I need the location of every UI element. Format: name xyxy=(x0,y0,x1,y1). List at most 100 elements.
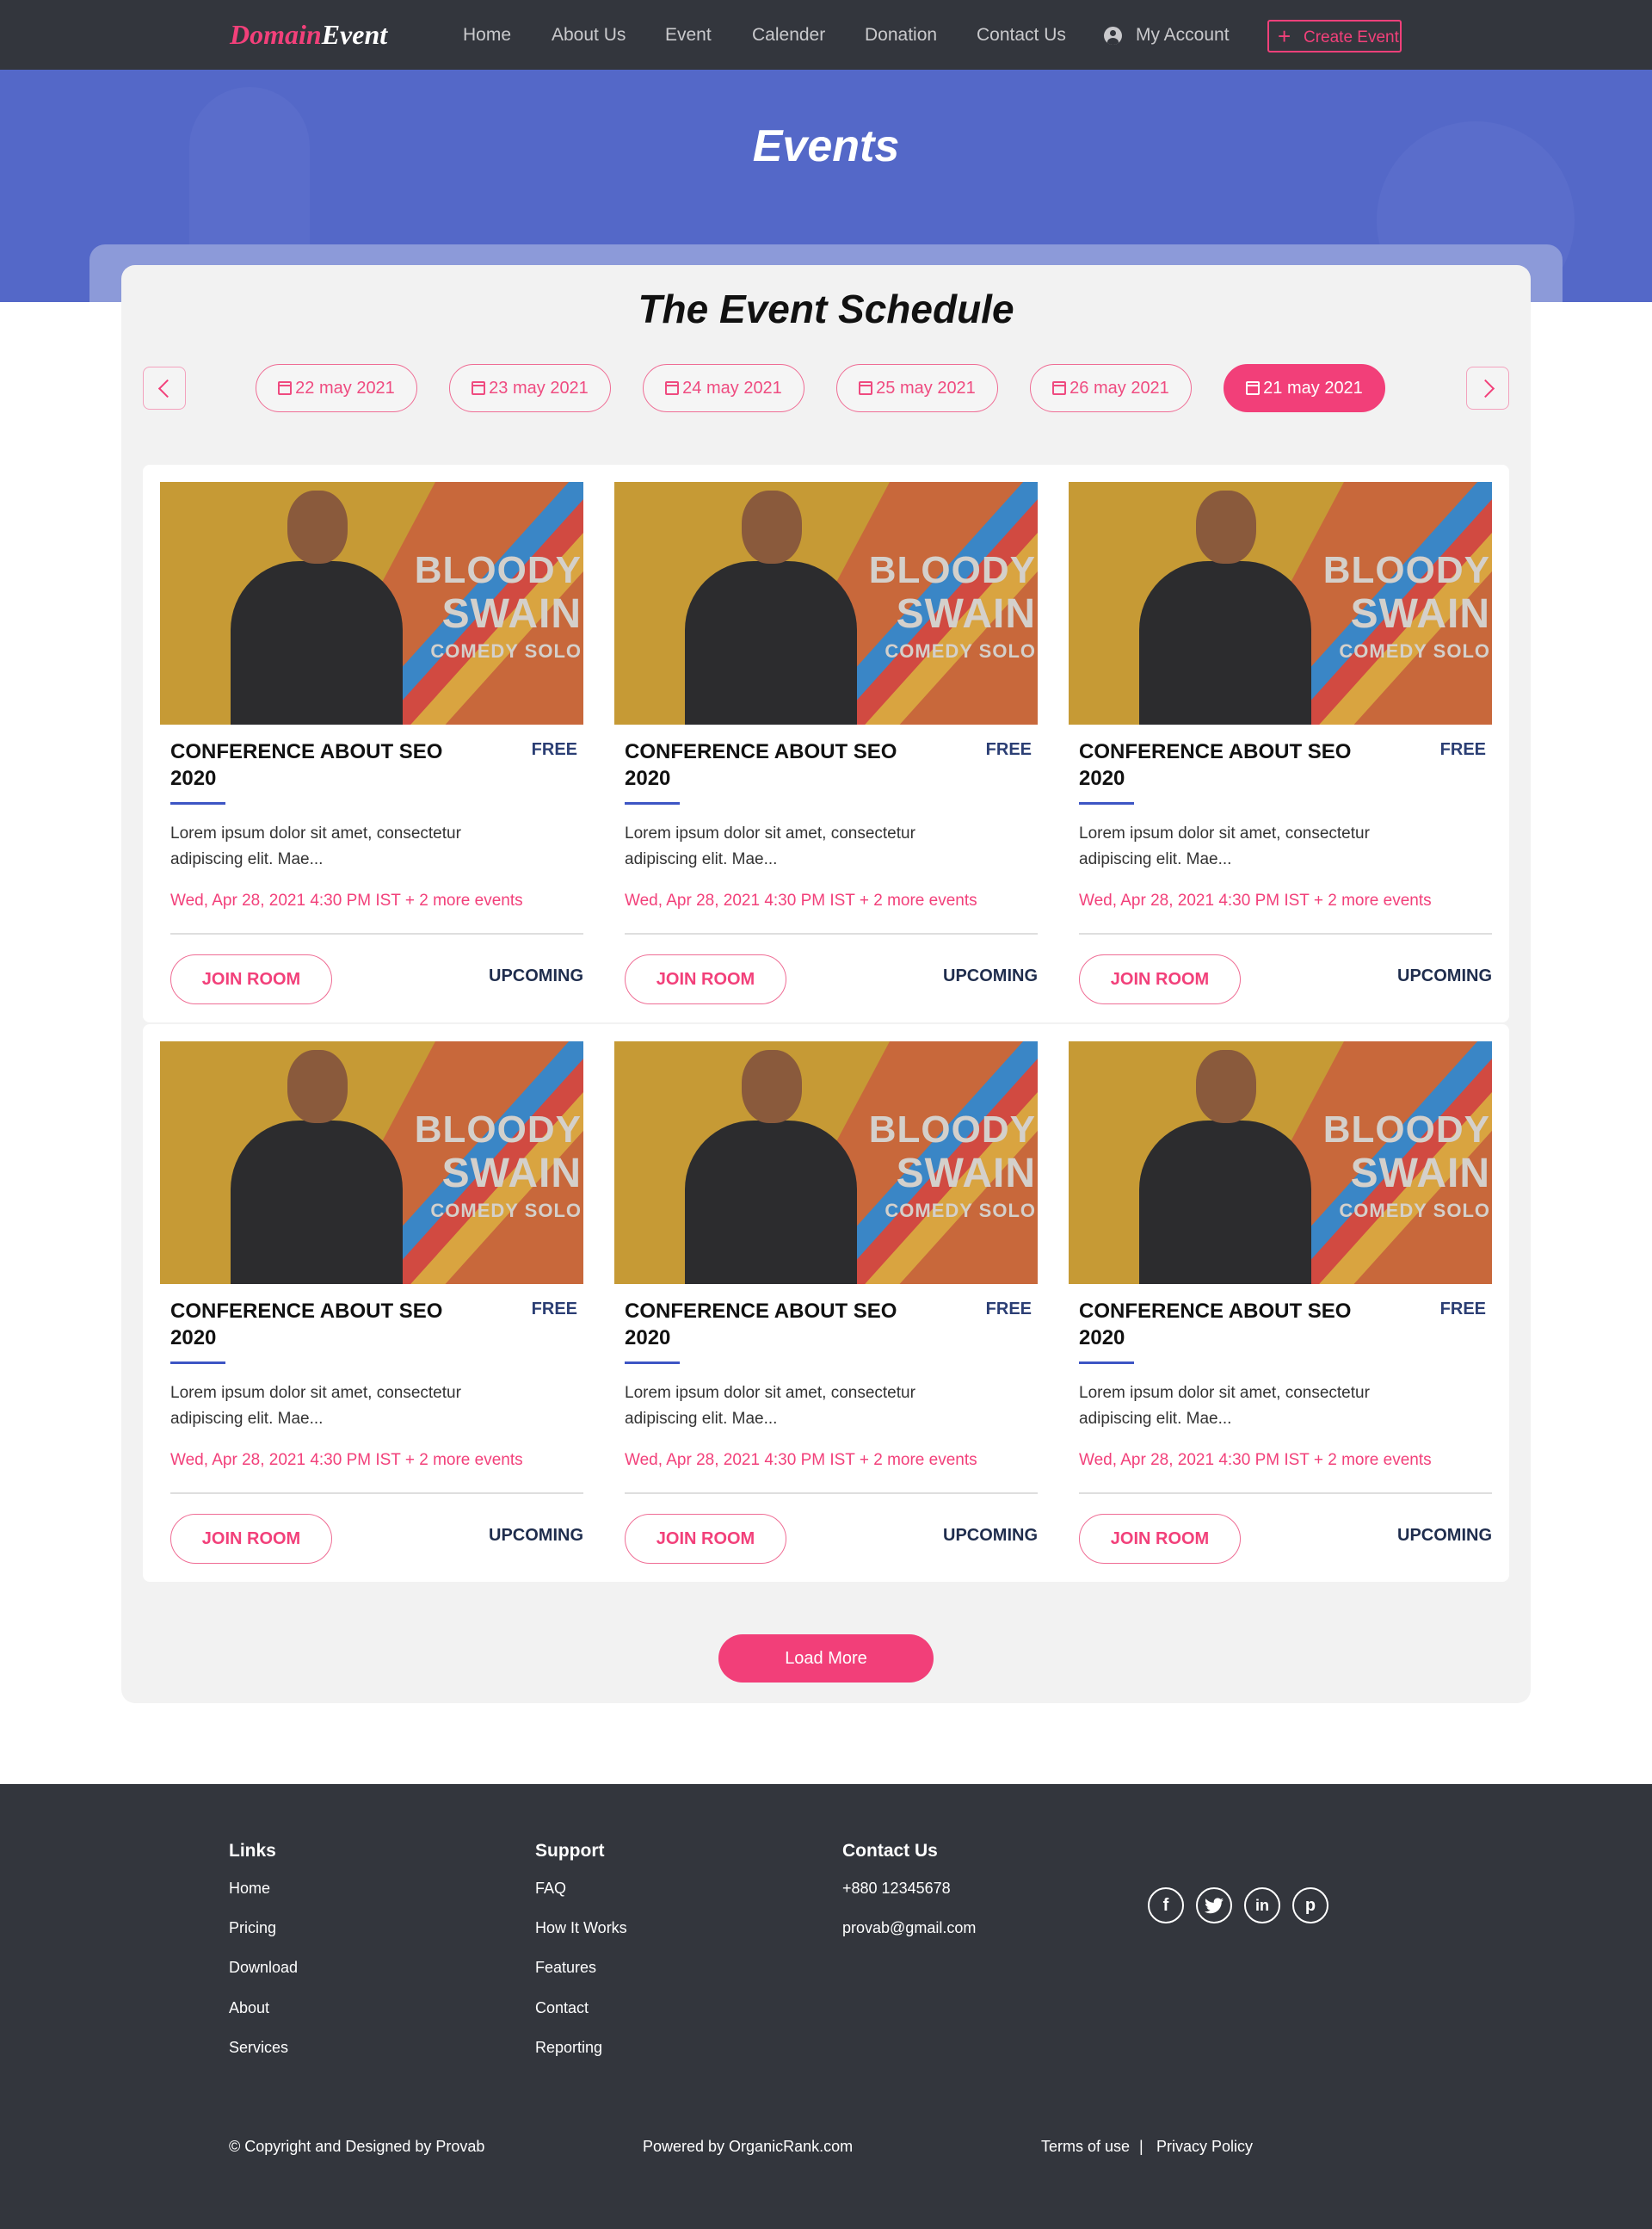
event-card[interactable]: BLOODY SWAIN COMEDY SOLO CONFERENCE ABOU… xyxy=(614,1041,1038,1564)
page-title: Events xyxy=(752,121,900,171)
divider xyxy=(1079,1492,1492,1494)
image-person xyxy=(1139,1121,1311,1284)
load-more-button[interactable]: Load More xyxy=(718,1634,934,1683)
title-underline xyxy=(625,1361,680,1364)
nav-contact-link[interactable]: Contact Us xyxy=(977,25,1066,46)
linkedin-icon[interactable]: in xyxy=(1244,1887,1280,1923)
nav-home-link[interactable]: Home xyxy=(463,25,511,46)
footer-support-link[interactable]: Reporting xyxy=(535,2039,602,2057)
event-price: FREE xyxy=(531,1300,577,1318)
date-tab-active[interactable]: 21 may 2021 xyxy=(1224,364,1385,412)
footer-links-title: Links xyxy=(229,1841,276,1861)
event-description: Lorem ipsum dolor sit amet, consectetur … xyxy=(1079,1384,1370,1428)
event-image[interactable]: BLOODY SWAIN COMEDY SOLO xyxy=(1069,482,1492,725)
image-text: BLOODY xyxy=(868,549,1036,591)
event-image[interactable]: BLOODY SWAIN COMEDY SOLO xyxy=(160,482,583,725)
footer-link[interactable]: Pricing xyxy=(229,1919,276,1937)
image-person xyxy=(1139,561,1311,725)
date-tab[interactable]: 26 may 2021 xyxy=(1030,364,1192,412)
facebook-icon[interactable]: f xyxy=(1148,1887,1184,1923)
event-title[interactable]: CONFERENCE ABOUT SEO 2020 xyxy=(1079,738,1389,792)
event-image[interactable]: BLOODY SWAIN COMEDY SOLO xyxy=(160,1041,583,1284)
title-underline xyxy=(1079,1361,1134,1364)
image-text: COMEDY SOLO xyxy=(885,640,1036,662)
divider xyxy=(1079,933,1492,935)
join-room-button[interactable]: JOIN ROOM xyxy=(170,954,332,1004)
date-tab-label: 23 may 2021 xyxy=(489,379,589,398)
footer-email[interactable]: provab@gmail.com xyxy=(842,1919,976,1937)
date-tab[interactable]: 25 may 2021 xyxy=(836,364,998,412)
event-status: UPCOMING xyxy=(943,1526,1038,1545)
image-person xyxy=(742,1050,802,1123)
event-image[interactable]: BLOODY SWAIN COMEDY SOLO xyxy=(614,1041,1038,1284)
event-card[interactable]: BLOODY SWAIN COMEDY SOLO CONFERENCE ABOU… xyxy=(160,482,583,1004)
nav-about-link[interactable]: About Us xyxy=(552,25,626,46)
footer-support-link[interactable]: How It Works xyxy=(535,1919,627,1937)
image-text: COMEDY SOLO xyxy=(885,1200,1036,1221)
next-date-button[interactable] xyxy=(1466,367,1509,410)
event-card[interactable]: BLOODY SWAIN COMEDY SOLO CONFERENCE ABOU… xyxy=(1069,1041,1492,1564)
image-text: COMEDY SOLO xyxy=(430,640,582,662)
image-person xyxy=(1196,491,1256,564)
nav-calender-link[interactable]: Calender xyxy=(752,25,825,46)
twitter-icon[interactable] xyxy=(1196,1887,1232,1923)
event-title[interactable]: CONFERENCE ABOUT SEO 2020 xyxy=(625,738,934,792)
event-image[interactable]: BLOODY SWAIN COMEDY SOLO xyxy=(614,482,1038,725)
event-card[interactable]: BLOODY SWAIN COMEDY SOLO CONFERENCE ABOU… xyxy=(614,482,1038,1004)
copyright-text: © Copyright and Designed by Provab xyxy=(229,2138,485,2155)
join-room-button[interactable]: JOIN ROOM xyxy=(1079,954,1241,1004)
nav-donation-link[interactable]: Donation xyxy=(865,25,937,46)
footer-phone: +880 12345678 xyxy=(842,1880,951,1897)
footer-link[interactable]: Home xyxy=(229,1880,270,1898)
image-person xyxy=(685,1121,857,1284)
footer-link[interactable]: Services xyxy=(229,2039,288,2057)
plus-icon: + xyxy=(1278,23,1291,49)
event-image[interactable]: BLOODY SWAIN COMEDY SOLO xyxy=(1069,1041,1492,1284)
join-room-button[interactable]: JOIN ROOM xyxy=(170,1514,332,1564)
nav-event-link[interactable]: Event xyxy=(665,25,712,46)
event-card[interactable]: BLOODY SWAIN COMEDY SOLO CONFERENCE ABOU… xyxy=(1069,482,1492,1004)
join-room-button[interactable]: JOIN ROOM xyxy=(625,954,786,1004)
image-text: BLOODY xyxy=(414,1108,582,1151)
event-date: Wed, Apr 28, 2021 4:30 PM IST + 2 more e… xyxy=(625,892,977,910)
footer-separator: | xyxy=(1139,2138,1143,2155)
image-text: BLOODY xyxy=(414,549,582,591)
logo[interactable]: DomainEvent xyxy=(230,19,387,51)
event-price: FREE xyxy=(985,740,1032,759)
date-tab[interactable]: 22 may 2021 xyxy=(256,364,417,412)
event-description: Lorem ipsum dolor sit amet, consectetur … xyxy=(170,824,461,868)
event-status: UPCOMING xyxy=(943,966,1038,985)
terms-link[interactable]: Terms of use xyxy=(1041,2138,1130,2156)
event-title[interactable]: CONFERENCE ABOUT SEO 2020 xyxy=(1079,1298,1389,1351)
pinterest-icon[interactable]: p xyxy=(1292,1887,1328,1923)
footer-support-link[interactable]: Contact xyxy=(535,1999,589,2017)
event-schedule-panel: The Event Schedule 22 may 2021 23 may 20… xyxy=(121,265,1531,1703)
privacy-link[interactable]: Privacy Policy xyxy=(1156,2138,1253,2156)
footer-support-link[interactable]: Features xyxy=(535,1959,596,1977)
event-grid-row: BLOODY SWAIN COMEDY SOLO CONFERENCE ABOU… xyxy=(143,465,1509,1022)
event-title[interactable]: CONFERENCE ABOUT SEO 2020 xyxy=(625,1298,934,1351)
date-tab-label: 25 may 2021 xyxy=(876,379,976,398)
footer-support-link[interactable]: FAQ xyxy=(535,1880,566,1898)
event-date: Wed, Apr 28, 2021 4:30 PM IST + 2 more e… xyxy=(625,1451,977,1469)
event-date: Wed, Apr 28, 2021 4:30 PM IST + 2 more e… xyxy=(170,892,523,910)
nav-my-account-link[interactable]: My Account xyxy=(1136,25,1230,46)
image-text: BLOODY xyxy=(1322,549,1490,591)
prev-date-button[interactable] xyxy=(143,367,186,410)
event-title[interactable]: CONFERENCE ABOUT SEO 2020 xyxy=(170,738,480,792)
join-room-button[interactable]: JOIN ROOM xyxy=(1079,1514,1241,1564)
event-price: FREE xyxy=(1439,740,1486,759)
join-room-button[interactable]: JOIN ROOM xyxy=(625,1514,786,1564)
date-tab[interactable]: 24 may 2021 xyxy=(643,364,804,412)
powered-by-text: Powered by OrganicRank.com xyxy=(643,2138,854,2155)
calendar-icon xyxy=(1246,381,1261,395)
date-tab[interactable]: 23 may 2021 xyxy=(449,364,611,412)
date-tab-label: 26 may 2021 xyxy=(1069,379,1169,398)
event-card[interactable]: BLOODY SWAIN COMEDY SOLO CONFERENCE ABOU… xyxy=(160,1041,583,1564)
footer-link[interactable]: Download xyxy=(229,1959,298,1977)
footer-link[interactable]: About xyxy=(229,1999,269,2017)
event-title[interactable]: CONFERENCE ABOUT SEO 2020 xyxy=(170,1298,480,1351)
date-tab-label: 24 may 2021 xyxy=(682,379,782,398)
create-event-button[interactable]: + Create Event xyxy=(1267,20,1402,52)
calendar-icon xyxy=(859,381,873,395)
